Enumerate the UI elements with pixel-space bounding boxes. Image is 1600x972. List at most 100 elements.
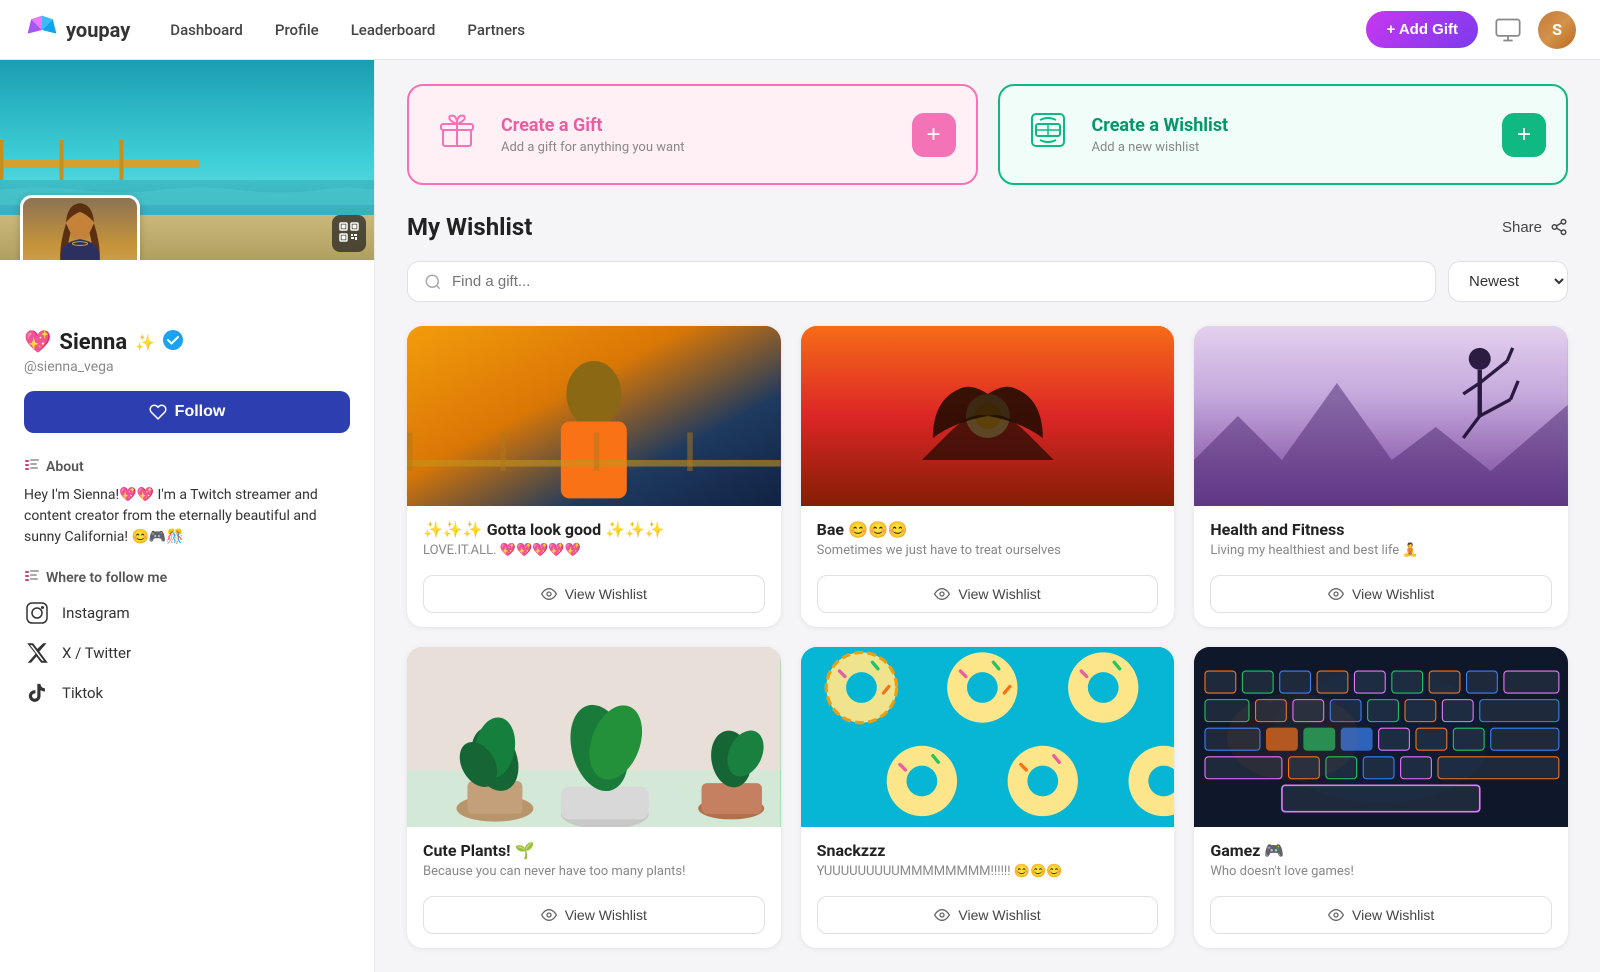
card-title-gamez: Gamez 🎮	[1210, 841, 1552, 860]
card-image-health	[1194, 326, 1568, 506]
wishlist-title: My Wishlist	[407, 213, 532, 241]
about-text: Hey I'm Sienna!💖💖 I'm a Twitch streamer …	[24, 485, 350, 548]
eye-icon-health	[1328, 586, 1344, 602]
card-body-snacks: Snackzzz YUUUUUUUUUMMMMMMMM!!!!!! 😊😊😊 Vi…	[801, 827, 1175, 948]
about-section: About Hey I'm Sienna!💖💖 I'm a Twitch str…	[24, 457, 350, 548]
share-button[interactable]: Share	[1502, 218, 1568, 236]
twitter-label: X / Twitter	[62, 644, 131, 662]
bars-icon	[24, 457, 40, 477]
card-desc-health: Living my healthiest and best life 🧘	[1210, 543, 1552, 563]
create-gift-desc: Add a gift for anything you want	[501, 140, 685, 155]
card-image-snacks	[801, 647, 1175, 827]
nav-right: + Add Gift S	[1366, 11, 1576, 49]
view-wishlist-bae-label: View Wishlist	[958, 586, 1040, 602]
create-wishlist-title: Create a Wishlist	[1092, 115, 1229, 136]
search-box	[407, 261, 1436, 302]
instagram-link[interactable]: Instagram	[24, 600, 350, 626]
wishlist-grid: ✨✨✨ Gotta look good ✨✨✨ LOVE.IT.ALL. 💖💖💖…	[407, 326, 1568, 948]
follow-section: Where to follow me Instagram	[24, 568, 350, 706]
nav-dashboard[interactable]: Dashboard	[170, 21, 243, 39]
follow-button[interactable]: Follow	[24, 391, 350, 433]
create-gift-card[interactable]: Create a Gift Add a gift for anything yo…	[407, 84, 978, 185]
nav-links: Dashboard Profile Leaderboard Partners	[170, 21, 1366, 39]
twitter-link[interactable]: X / Twitter	[24, 640, 350, 666]
sparkle-emoji: ✨	[135, 333, 155, 352]
wishlist-card-plants[interactable]: Cute Plants! 🌱 Because you can never hav…	[407, 647, 781, 948]
tiktok-label: Tiktok	[62, 684, 103, 702]
eye-icon-bae	[934, 586, 950, 602]
tiktok-link[interactable]: Tiktok	[24, 680, 350, 706]
heart-emoji: 💖	[24, 330, 51, 355]
nav-leaderboard[interactable]: Leaderboard	[351, 21, 436, 39]
card-body-bae: Bae 😊😊😊 Sometimes we just have to treat …	[801, 506, 1175, 627]
qr-button[interactable]	[332, 215, 366, 252]
add-gift-button[interactable]: + Add Gift	[1366, 11, 1478, 48]
create-wishlist-card[interactable]: Create a Wishlist Add a new wishlist +	[998, 84, 1569, 185]
card-desc-snacks: YUUUUUUUUUMMMMMMMM!!!!!! 😊😊😊	[817, 864, 1159, 884]
view-wishlist-snacks-label: View Wishlist	[958, 907, 1040, 923]
wishlist-card-health[interactable]: Health and Fitness Living my healthiest …	[1194, 326, 1568, 627]
view-wishlist-bae-button[interactable]: View Wishlist	[817, 575, 1159, 613]
card-body-gotta: ✨✨✨ Gotta look good ✨✨✨ LOVE.IT.ALL. 💖💖💖…	[407, 506, 781, 627]
view-wishlist-plants-button[interactable]: View Wishlist	[423, 896, 765, 934]
x-twitter-icon	[24, 640, 50, 666]
create-wishlist-desc: Add a new wishlist	[1092, 140, 1229, 155]
card-body-health: Health and Fitness Living my healthiest …	[1194, 506, 1568, 627]
card-image-gotta	[407, 326, 781, 506]
gift-card-icon	[433, 106, 481, 163]
wishlist-card-snacks[interactable]: Snackzzz YUUUUUUUUUMMMMMMMM!!!!!! 😊😊😊 Vi…	[801, 647, 1175, 948]
about-title: About	[24, 457, 350, 477]
nav-partners[interactable]: Partners	[467, 21, 525, 39]
card-desc-plants: Because you can never have too many plan…	[423, 864, 765, 884]
card-desc-gamez: Who doesn't love games!	[1210, 864, 1552, 884]
card-title-gotta: ✨✨✨ Gotta look good ✨✨✨	[423, 520, 765, 539]
logo-text: youpay	[66, 18, 130, 42]
create-wishlist-text: Create a Wishlist Add a new wishlist	[1092, 115, 1229, 155]
profile-handle: @sienna_vega	[24, 359, 350, 375]
wishlist-card-gotta-look-good[interactable]: ✨✨✨ Gotta look good ✨✨✨ LOVE.IT.ALL. 💖💖💖…	[407, 326, 781, 627]
heart-icon	[149, 403, 167, 421]
create-gift-text: Create a Gift Add a gift for anything yo…	[501, 115, 685, 155]
monitor-icon[interactable]	[1494, 16, 1522, 44]
wishlist-card-gamez[interactable]: Gamez 🎮 Who doesn't love games! View Wis…	[1194, 647, 1568, 948]
card-body-gamez: Gamez 🎮 Who doesn't love games! View Wis…	[1194, 827, 1568, 948]
instagram-label: Instagram	[62, 604, 130, 622]
filter-select[interactable]: Newest Oldest Popular	[1448, 261, 1568, 302]
card-image-bae	[801, 326, 1175, 506]
share-icon	[1550, 218, 1568, 236]
view-wishlist-health-label: View Wishlist	[1352, 586, 1434, 602]
wishlist-card-bae[interactable]: Bae 😊😊😊 Sometimes we just have to treat …	[801, 326, 1175, 627]
share-label: Share	[1502, 219, 1542, 236]
navbar: youpay Dashboard Profile Leaderboard Par…	[0, 0, 1600, 60]
layout: 💖 Sienna ✨ @sienna_vega Follow	[0, 60, 1600, 972]
view-wishlist-gotta-label: View Wishlist	[565, 586, 647, 602]
create-gift-plus-button[interactable]: +	[912, 113, 956, 157]
wishlist-header: My Wishlist Share	[407, 213, 1568, 241]
search-row: Newest Oldest Popular	[407, 261, 1568, 302]
card-desc-bae: Sometimes we just have to treat ourselve…	[817, 543, 1159, 563]
bars-icon-2	[24, 568, 40, 588]
logo[interactable]: youpay	[24, 12, 130, 48]
eye-icon	[541, 586, 557, 602]
card-desc-gotta: LOVE.IT.ALL. 💖💖💖💖💖	[423, 543, 765, 563]
main-content: Create a Gift Add a gift for anything yo…	[375, 60, 1600, 972]
verified-icon	[163, 330, 183, 355]
sidebar-body: 💖 Sienna ✨ @sienna_vega Follow	[0, 260, 374, 744]
profile-picture	[20, 195, 140, 260]
search-input[interactable]	[452, 273, 1419, 290]
view-wishlist-gotta-button[interactable]: View Wishlist	[423, 575, 765, 613]
avatar[interactable]: S	[1538, 11, 1576, 49]
view-wishlist-gamez-button[interactable]: View Wishlist	[1210, 896, 1552, 934]
create-wishlist-plus-button[interactable]: +	[1502, 113, 1546, 157]
tiktok-icon	[24, 680, 50, 706]
view-wishlist-health-button[interactable]: View Wishlist	[1210, 575, 1552, 613]
nav-profile[interactable]: Profile	[275, 21, 319, 39]
view-wishlist-snacks-button[interactable]: View Wishlist	[817, 896, 1159, 934]
card-title-health: Health and Fitness	[1210, 520, 1552, 539]
card-title-snacks: Snackzzz	[817, 841, 1159, 860]
follow-label: Follow	[175, 403, 226, 421]
eye-icon-snacks	[934, 907, 950, 923]
create-gift-title: Create a Gift	[501, 115, 685, 136]
search-icon	[424, 273, 442, 291]
follow-title: Where to follow me	[24, 568, 350, 588]
